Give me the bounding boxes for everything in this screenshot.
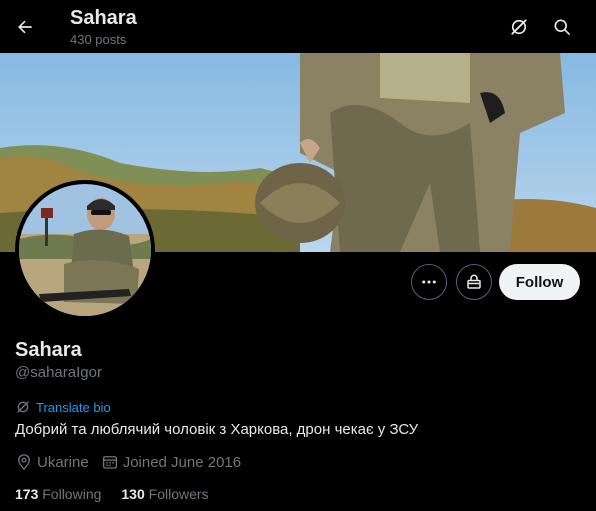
location-icon [18,454,30,471]
search-button[interactable] [545,10,579,44]
subscribe-button[interactable] [456,264,492,300]
grok-button[interactable] [502,10,536,44]
translate-bio-label: Translate bio [36,399,111,415]
following-link[interactable]: 173 Following [15,486,101,502]
top-bar: Sahara 430 posts [0,0,596,53]
follow-button[interactable]: Follow [499,264,580,300]
follow-stats: 173 Following 130 Followers [15,486,229,502]
translate-bio-link[interactable]: Translate bio [15,399,111,415]
avatar[interactable] [15,180,155,320]
arrow-left-icon [18,20,32,34]
subscribe-icon [467,274,481,289]
location: Ukarine [15,453,89,471]
joined-date: Joined June 2016 [101,453,241,471]
followers-link[interactable]: 130 Followers [121,486,208,502]
page-title: Sahara [70,7,137,29]
grok-icon [17,401,29,413]
following-count: 173 [15,486,39,502]
search-icon [554,19,570,35]
more-button[interactable] [411,264,447,300]
post-count: 430 posts [70,32,127,47]
avatar-image [19,184,151,316]
profile-name: Sahara [15,339,82,361]
profile-handle: @saharaIgor [15,364,102,381]
followers-label: Followers [148,486,209,502]
more-icon [422,280,436,284]
profile-bio: Добрий та люблячий чоловік з Харкова, др… [15,421,419,438]
grok-icon [511,19,527,35]
followers-count: 130 [121,486,145,502]
back-button[interactable] [8,10,42,44]
location-text: Ukarine [37,453,89,471]
calendar-icon [102,456,117,469]
following-label: Following [42,486,102,502]
header-title-block: Sahara 430 posts [70,6,137,48]
profile-meta: Ukarine Joined June 2016 [15,453,253,471]
joined-text: Joined June 2016 [122,453,242,471]
